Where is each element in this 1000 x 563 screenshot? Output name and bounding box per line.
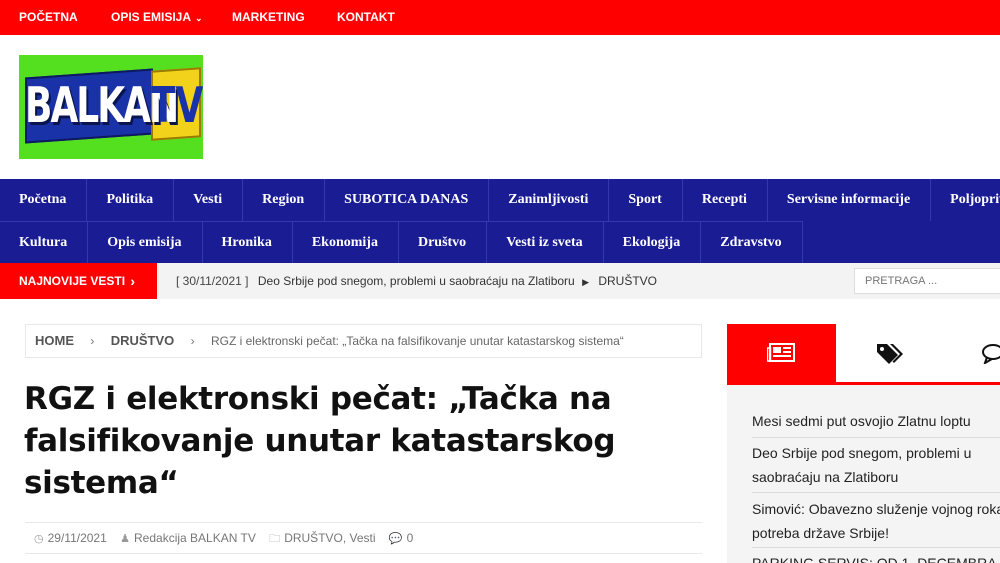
chevron-down-icon: ⌄ <box>195 13 203 23</box>
nav-row-2: Kultura Opis emisija Hronika Ekonomija D… <box>0 221 803 263</box>
article-category-1[interactable]: DRUŠTVO <box>284 531 343 545</box>
breaking-news-label[interactable]: Najnovije vesti › <box>0 263 157 299</box>
sidebar-divider <box>752 492 1000 493</box>
tab-comments[interactable] <box>945 324 1000 382</box>
nav-item-ekonomija[interactable]: Ekonomija <box>293 222 399 263</box>
tags-icon <box>877 344 903 364</box>
main-navigation: Početna Politika Vesti Region SUBOTICA D… <box>0 179 1000 263</box>
sidebar-divider <box>752 547 1000 548</box>
breadcrumb-section[interactable]: DRUŠTVO <box>111 333 175 348</box>
top-link-home[interactable]: Početna <box>19 0 78 35</box>
breadcrumb: Home › DRUŠTVO › RGZ i elektronski pečat… <box>25 324 702 358</box>
breaking-news-label-text: Najnovije vesti <box>19 274 126 288</box>
sidebar-post[interactable]: Simović: Obavezno služenje vojnog roka p… <box>752 497 1000 545</box>
clock-icon: ◷ <box>34 533 44 545</box>
nav-item-ekologija[interactable]: Ekologija <box>604 222 702 263</box>
caret-right-icon: ▶ <box>582 277 589 287</box>
logo-tv-text: TV <box>151 79 204 135</box>
breadcrumb-chevron-icon: › <box>90 334 95 348</box>
nav-item-vesti[interactable]: Vesti <box>174 179 244 221</box>
nav-item-hronika[interactable]: Hronika <box>203 222 293 263</box>
chevron-right-icon: › <box>130 273 135 289</box>
sidebar-post[interactable]: Mesi sedmi put osvojio Zlatnu loptu <box>752 409 1000 433</box>
newspaper-icon <box>767 343 795 362</box>
nav-item-zanimljivosti[interactable]: Zanimljivosti <box>489 179 610 221</box>
tab-tags[interactable] <box>836 324 945 382</box>
top-bar: Početna Opis emisija ⌄ Marketing Kontakt <box>0 0 1000 35</box>
nav-item-region[interactable]: Region <box>243 179 326 221</box>
nav-item-vesti-iz-sveta[interactable]: Vesti iz sveta <box>487 222 604 263</box>
comment-icon <box>982 344 1000 364</box>
nav-item-sport[interactable]: Sport <box>609 179 683 221</box>
nav-item-opis-emisija[interactable]: Opis emisija <box>88 222 203 263</box>
sidebar-post[interactable]: Deo Srbije pod snegom, problemi u saobra… <box>752 441 1000 489</box>
sidebar-divider <box>752 437 1000 438</box>
nav-item-politika[interactable]: Politika <box>87 179 175 221</box>
ticker-headline[interactable]: Deo Srbije pod snegom, problemi u saobra… <box>258 274 575 288</box>
article-author[interactable]: Redakcija BALKAN TV <box>134 531 256 545</box>
logo-panel: BALKAN TV <box>25 65 204 149</box>
breadcrumb-current: RGZ i elektronski pečat: „Tačka na falsi… <box>210 334 624 348</box>
nav-item-recepti[interactable]: Recepti <box>683 179 768 221</box>
breadcrumb-home[interactable]: Home <box>35 333 74 348</box>
folder-icon: 🗀 <box>269 533 281 545</box>
top-link-opis-emisija[interactable]: Opis emisija ⌄ <box>111 0 203 35</box>
site-logo[interactable]: BALKAN TV <box>19 55 203 159</box>
article-date: 29/11/2021 <box>47 531 107 545</box>
ticker-category[interactable]: DRUŠTVO <box>598 274 657 288</box>
search-input[interactable] <box>854 268 1000 294</box>
article-title: RGZ i elektronski pečat: „Tačka na falsi… <box>24 381 616 501</box>
category-separator: , <box>342 531 350 545</box>
article-comments-count[interactable]: 0 <box>407 531 414 545</box>
sidebar-recent-list: Mesi sedmi put osvojio Zlatnu loptu Deo … <box>727 385 1000 563</box>
comment-icon: 💬 <box>388 533 403 545</box>
user-icon: ♟ <box>120 533 130 545</box>
top-link-marketing[interactable]: Marketing <box>232 0 305 35</box>
ticker-date: [ 30/11/2021 ] <box>176 274 249 288</box>
nav-item-poljoprivreda[interactable]: Poljoprivreda <box>931 179 1000 221</box>
nav-item-zdravstvo[interactable]: Zdravstvo <box>701 222 803 263</box>
nav-item-drustvo[interactable]: Društvo <box>399 222 488 263</box>
nav-item-servisne-informacije[interactable]: Servisne informacije <box>768 179 932 221</box>
nav-item-kultura[interactable]: Kultura <box>0 222 89 263</box>
top-link-kontakt[interactable]: Kontakt <box>337 0 395 35</box>
nav-item-subotica-danas[interactable]: SUBOTICA DANAS <box>325 179 490 221</box>
article-meta: ◷ 29/11/2021 ♟ Redakcija BALKAN TV 🗀 DRUŠTV… <box>25 522 702 554</box>
sidebar-tabs <box>727 324 1000 385</box>
news-ticker[interactable]: [ 30/11/2021 ] Deo Srbije pod snegom, pr… <box>176 263 657 299</box>
breaking-news-bar: Najnovije vesti › [ 30/11/2021 ] Deo Srb… <box>0 263 1000 299</box>
sidebar-post[interactable]: PARKING SERVIS: OD 1. DECEMBRA <box>752 551 1000 563</box>
nav-row-1: Početna Politika Vesti Region SUBOTICA D… <box>0 179 1000 221</box>
logo-text: BALKAN <box>25 79 179 135</box>
article-category-2[interactable]: Vesti <box>350 531 376 545</box>
nav-item-pocetna[interactable]: Početna <box>0 179 88 221</box>
top-link-opis-emisija-label: Opis emisija <box>111 10 192 24</box>
breadcrumb-chevron-icon: › <box>190 334 195 348</box>
tab-recent-posts[interactable] <box>727 324 836 382</box>
